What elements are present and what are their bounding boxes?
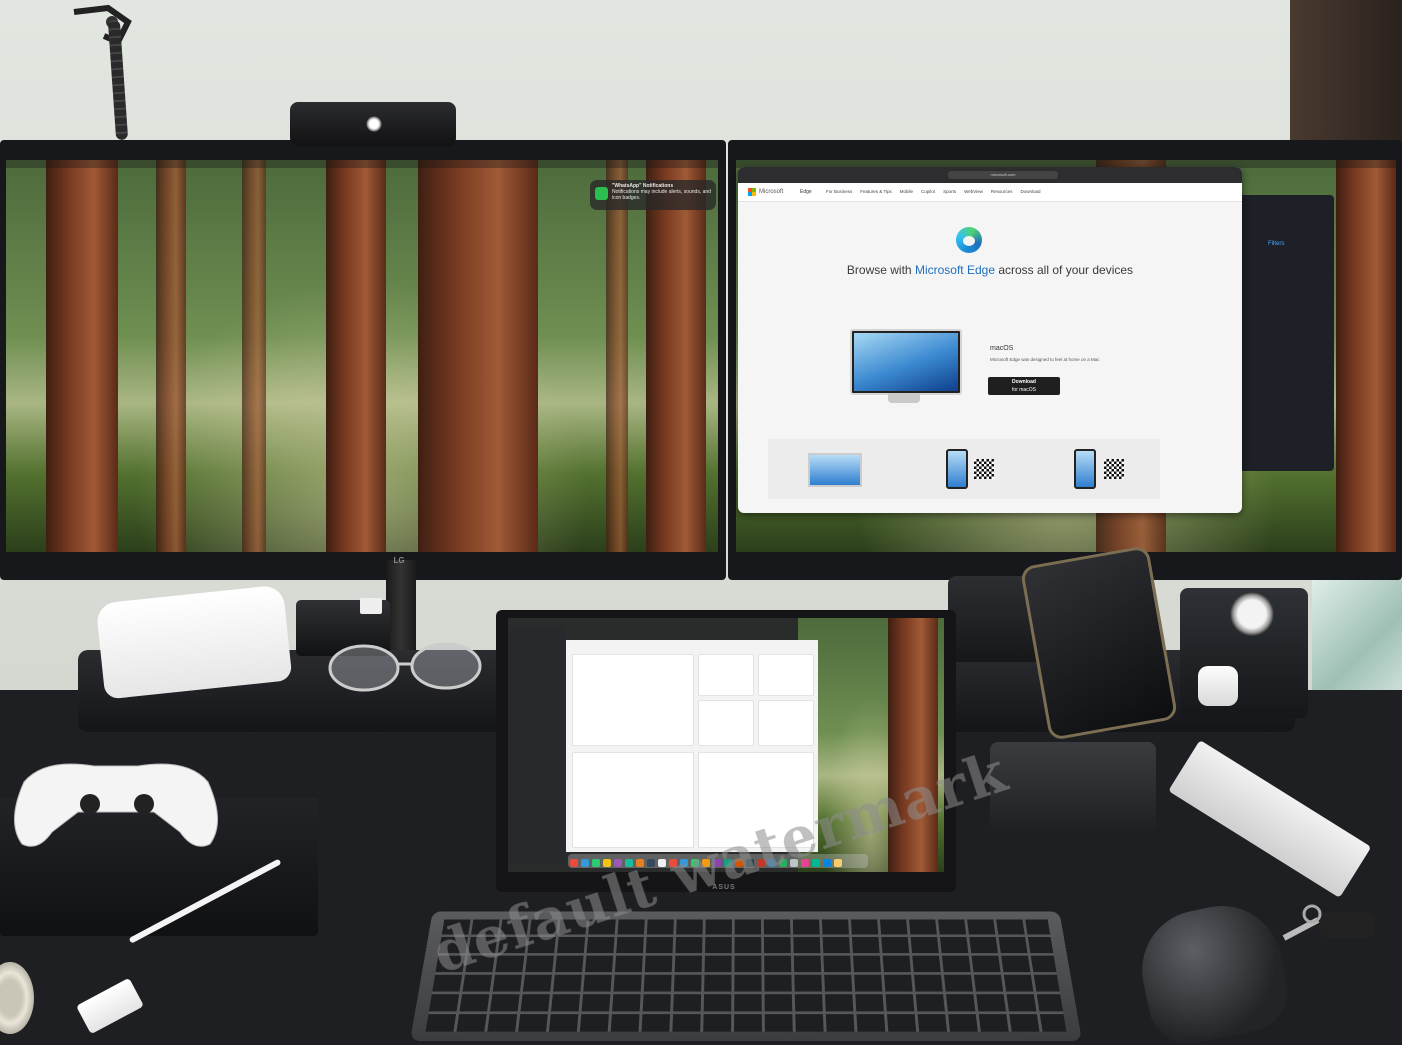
nav-link-webview[interactable]: WebView (964, 189, 983, 194)
desk-setup-photo: "WhatsApp" Notifications Notifications m… (0, 0, 1402, 1045)
sunglasses-icon (326, 636, 486, 696)
nav-link-features-tips[interactable]: Features & Tips (860, 189, 892, 194)
browser-toolbar: microsoft.com (738, 167, 1242, 183)
imac-stand (888, 393, 920, 403)
app-sidebar (508, 626, 566, 864)
white-towel (95, 584, 293, 700)
address-bar[interactable]: microsoft.com (948, 171, 1058, 179)
edge-logo-icon (956, 227, 982, 253)
phone-illustration (946, 449, 968, 489)
platform-description: Microsoft Edge was designed to feel at h… (990, 357, 1100, 362)
qr-code (974, 459, 994, 479)
keys-icon (1280, 898, 1380, 952)
microsoft-brand-label: Microsoft (759, 189, 784, 195)
qr-code (1104, 459, 1124, 479)
menu-bar (6, 160, 718, 168)
page-headline: Browse with Microsoft Edge across all of… (738, 262, 1242, 278)
devices-strip (768, 439, 1160, 499)
window-frame (1290, 0, 1402, 150)
webcam-lens-icon (366, 116, 382, 132)
nav-link-copilot[interactable]: Copilot (921, 189, 935, 194)
whatsapp-icon (595, 187, 608, 200)
usb-drive (360, 598, 382, 614)
headline-prefix: Browse with (846, 263, 915, 277)
edge-nav-link[interactable]: Edge (800, 189, 812, 195)
nav-links: For Business Features & Tips Mobile Copilot… (826, 189, 1048, 194)
nav-link-for-business[interactable]: For Business (826, 189, 852, 194)
monitor-brand-logo: LG (393, 556, 405, 565)
notification-body: Notifications may include alerts, sounds… (612, 189, 711, 201)
nav-link-download[interactable]: Download (1020, 189, 1040, 194)
download-label: Download (1012, 379, 1036, 385)
nav-link-resources[interactable]: Resources (991, 189, 1013, 194)
edge-browser-window: microsoft.com Microsoft Edge For Busines… (738, 167, 1242, 513)
game-controller-icon (4, 752, 228, 852)
phone-illustration (1074, 449, 1096, 489)
laptop-illustration (808, 453, 862, 487)
microsoft-nav-bar: Microsoft Edge For Business Features & Ti… (738, 183, 1242, 202)
headline-suffix: across all of your devices (995, 263, 1134, 277)
nav-link-mobile[interactable]: Mobile (900, 189, 913, 194)
download-sublabel: for macOS (1012, 387, 1036, 393)
nav-link-sports[interactable]: Sports (943, 189, 956, 194)
notification-banner[interactable]: "WhatsApp" Notifications Notifications m… (590, 180, 716, 210)
watch-charger-icon (1230, 592, 1274, 636)
download-button[interactable]: Download for macOS (988, 377, 1060, 395)
platform-label: macOS (990, 345, 1014, 352)
imac-illustration (850, 329, 962, 395)
headline-highlight: Microsoft Edge (914, 263, 995, 277)
microsoft-logo-icon (748, 188, 756, 196)
filters-button[interactable]: Filters (1268, 241, 1284, 247)
earbuds-case (1198, 666, 1238, 706)
left-monitor-screen (6, 160, 718, 552)
